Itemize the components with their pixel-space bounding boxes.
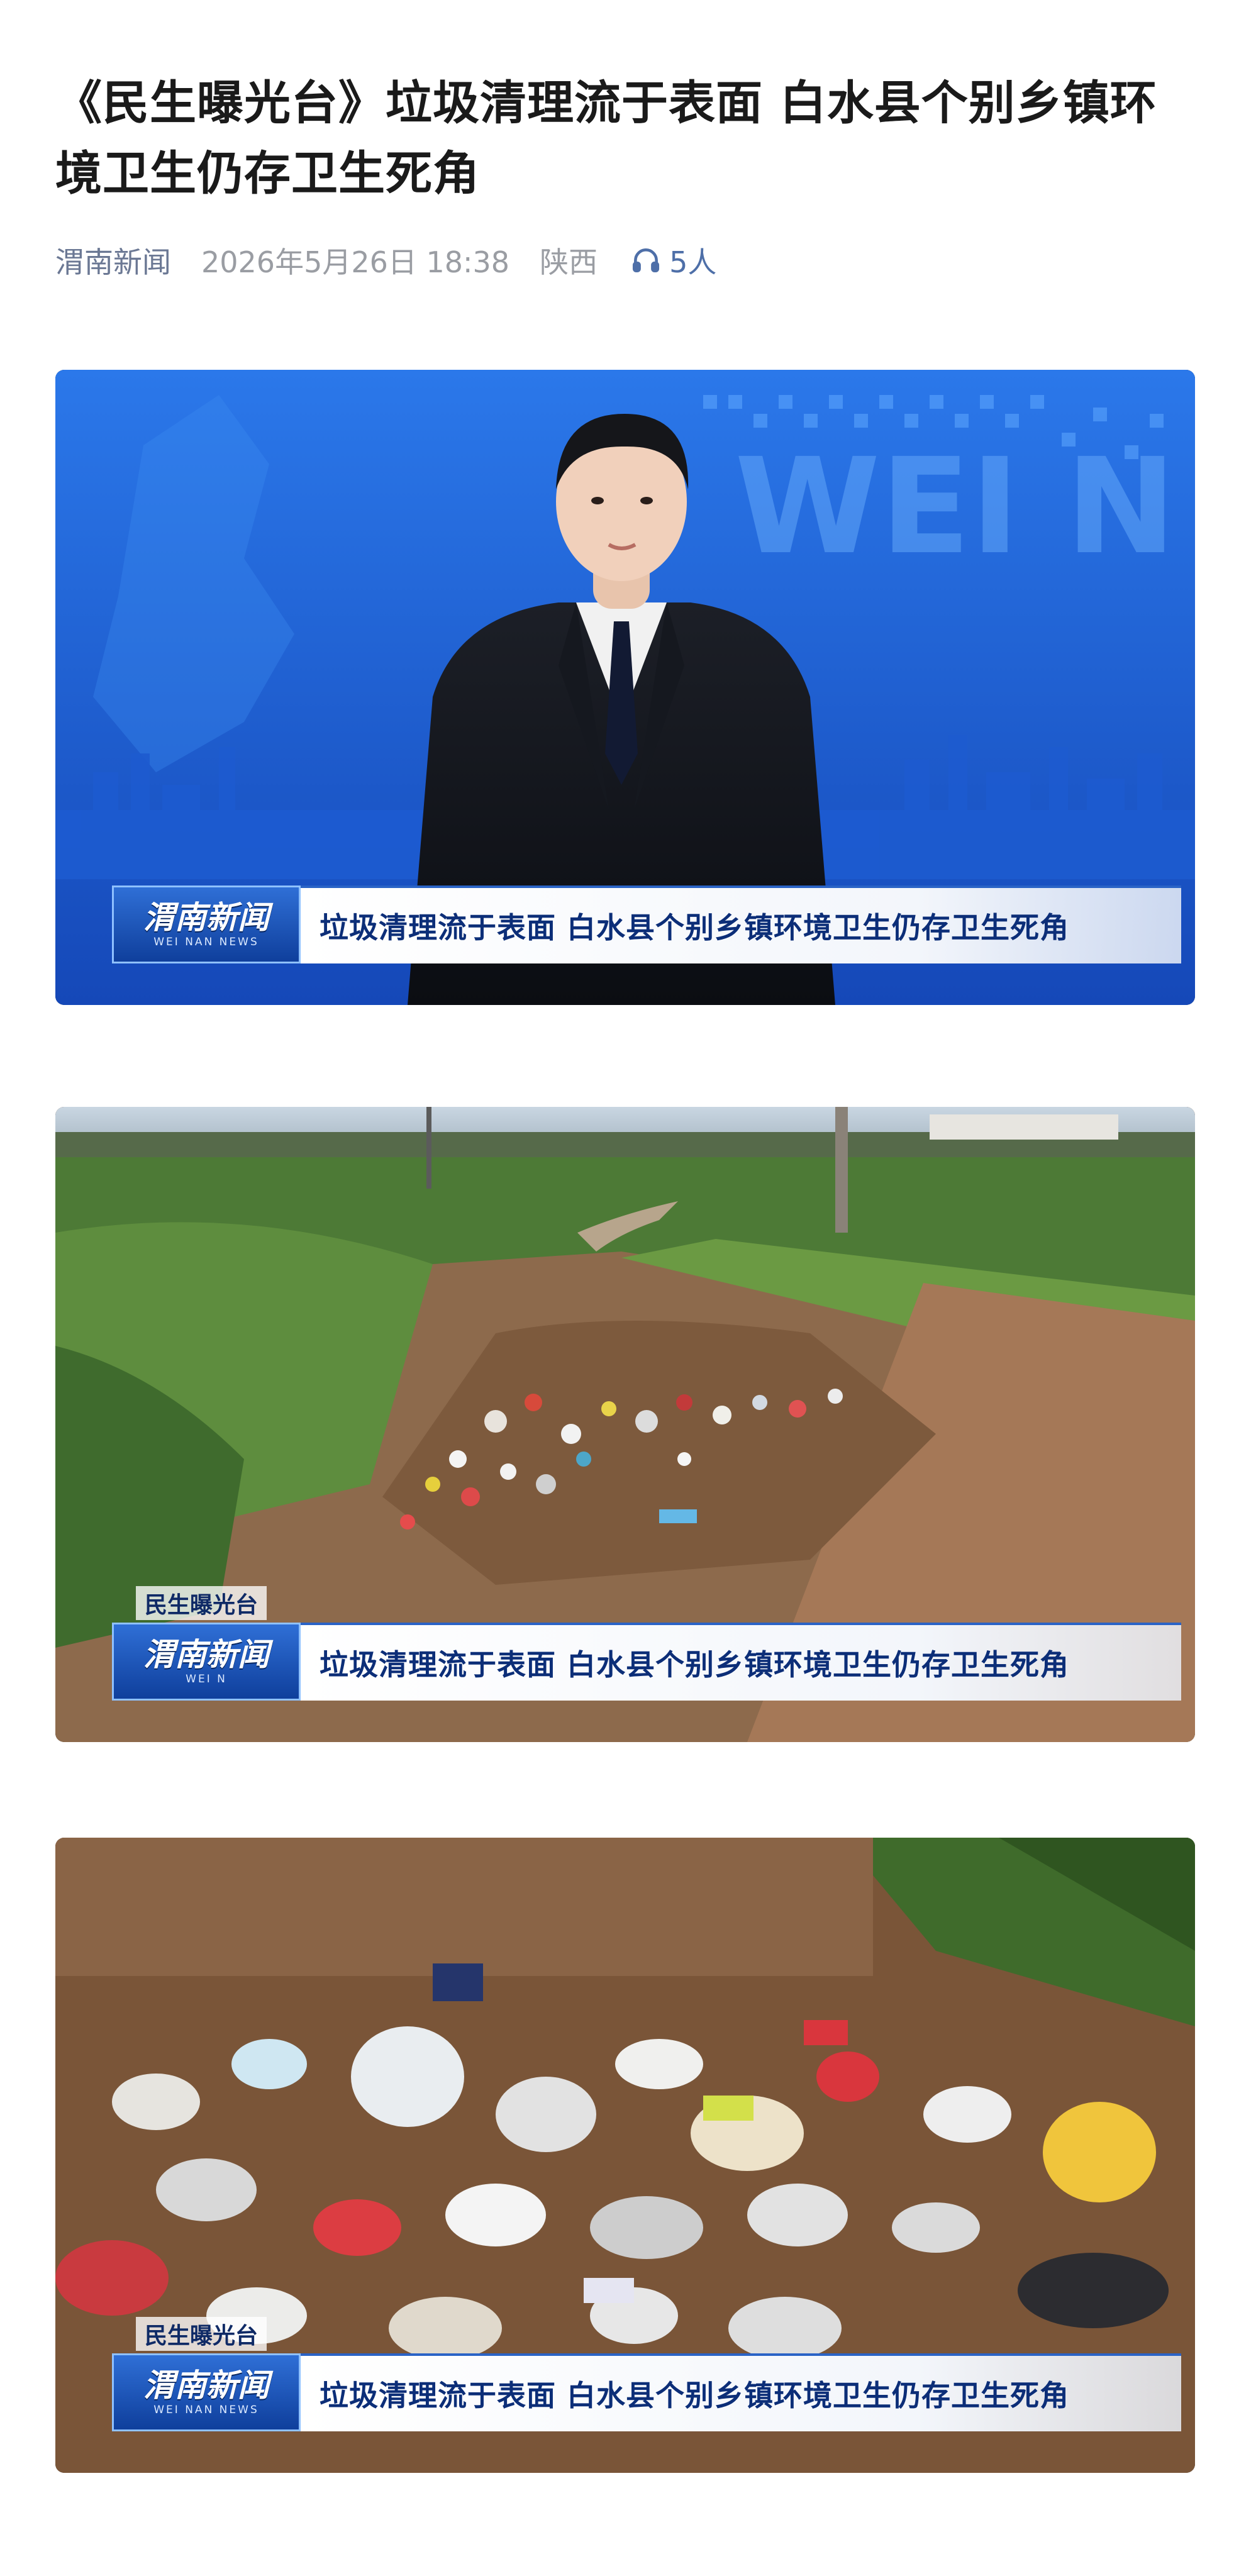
logo-chinese: 渭南新闻 xyxy=(143,2367,269,2404)
article-title: 《民生曝光台》垃圾清理流于表面 白水县个别乡镇环境卫生仍存卫生死角 xyxy=(55,76,1157,201)
caption-text: 垃圾清理流于表面 白水县个别乡镇环境卫生仍存卫生死角 xyxy=(320,911,1070,945)
channel-logo: 渭南新闻 WEI NAN NEWS xyxy=(112,886,301,963)
article-meta: 渭南新闻 2026年5月26日 18:38 陕西 5人 xyxy=(55,238,716,283)
caption-banner: 渭南新闻 WEI NAN NEWS 垃圾清理流于表面 白水县个别乡镇环境卫生仍存… xyxy=(112,2353,1181,2431)
logo-english: WEI N xyxy=(186,1673,227,1685)
listener-count: 5人 xyxy=(669,245,717,279)
program-tag: 民生曝光台 xyxy=(136,1586,267,1620)
publish-time: 2026年5月26日 18:38 xyxy=(201,245,510,279)
news-image-roadside[interactable]: 民生曝光台 渭南新闻 WEI N 垃圾清理流于表面 白水县个别乡镇环境卫生仍存卫… xyxy=(55,1107,1195,1742)
logo-chinese: 渭南新闻 xyxy=(143,1636,269,1673)
caption-text: 垃圾清理流于表面 白水县个别乡镇环境卫生仍存卫生死角 xyxy=(320,1648,1070,1682)
caption-banner: 渭南新闻 WEI NAN NEWS 垃圾清理流于表面 白水县个别乡镇环境卫生仍存… xyxy=(112,886,1181,963)
news-image-anchor[interactable]: WEI N 渭南新闻 WEI NAN NEWS 垃圾清理流于表面 白水县个别乡镇… xyxy=(55,370,1195,1005)
news-image-garbage-closeup[interactable]: 民生曝光台 渭南新闻 WEI NAN NEWS 垃圾清理流于表面 白水县个别乡镇… xyxy=(55,1838,1195,2473)
listen-button[interactable]: 5人 xyxy=(630,240,716,281)
channel-logo: 渭南新闻 WEI N xyxy=(112,1623,301,1701)
region-label: 陕西 xyxy=(540,245,598,279)
headphones-icon xyxy=(633,248,660,272)
logo-chinese: 渭南新闻 xyxy=(143,899,269,936)
logo-english: WEI NAN NEWS xyxy=(153,936,259,948)
program-tag: 民生曝光台 xyxy=(136,2317,267,2351)
caption-text: 垃圾清理流于表面 白水县个别乡镇环境卫生仍存卫生死角 xyxy=(320,2379,1070,2412)
logo-english: WEI NAN NEWS xyxy=(153,2404,259,2416)
source-link[interactable]: 渭南新闻 xyxy=(55,240,171,281)
caption-banner: 渭南新闻 WEI N 垃圾清理流于表面 白水县个别乡镇环境卫生仍存卫生死角 xyxy=(112,1623,1181,1701)
backdrop-text: WEI N xyxy=(735,430,1176,584)
channel-logo: 渭南新闻 WEI NAN NEWS xyxy=(112,2353,301,2431)
